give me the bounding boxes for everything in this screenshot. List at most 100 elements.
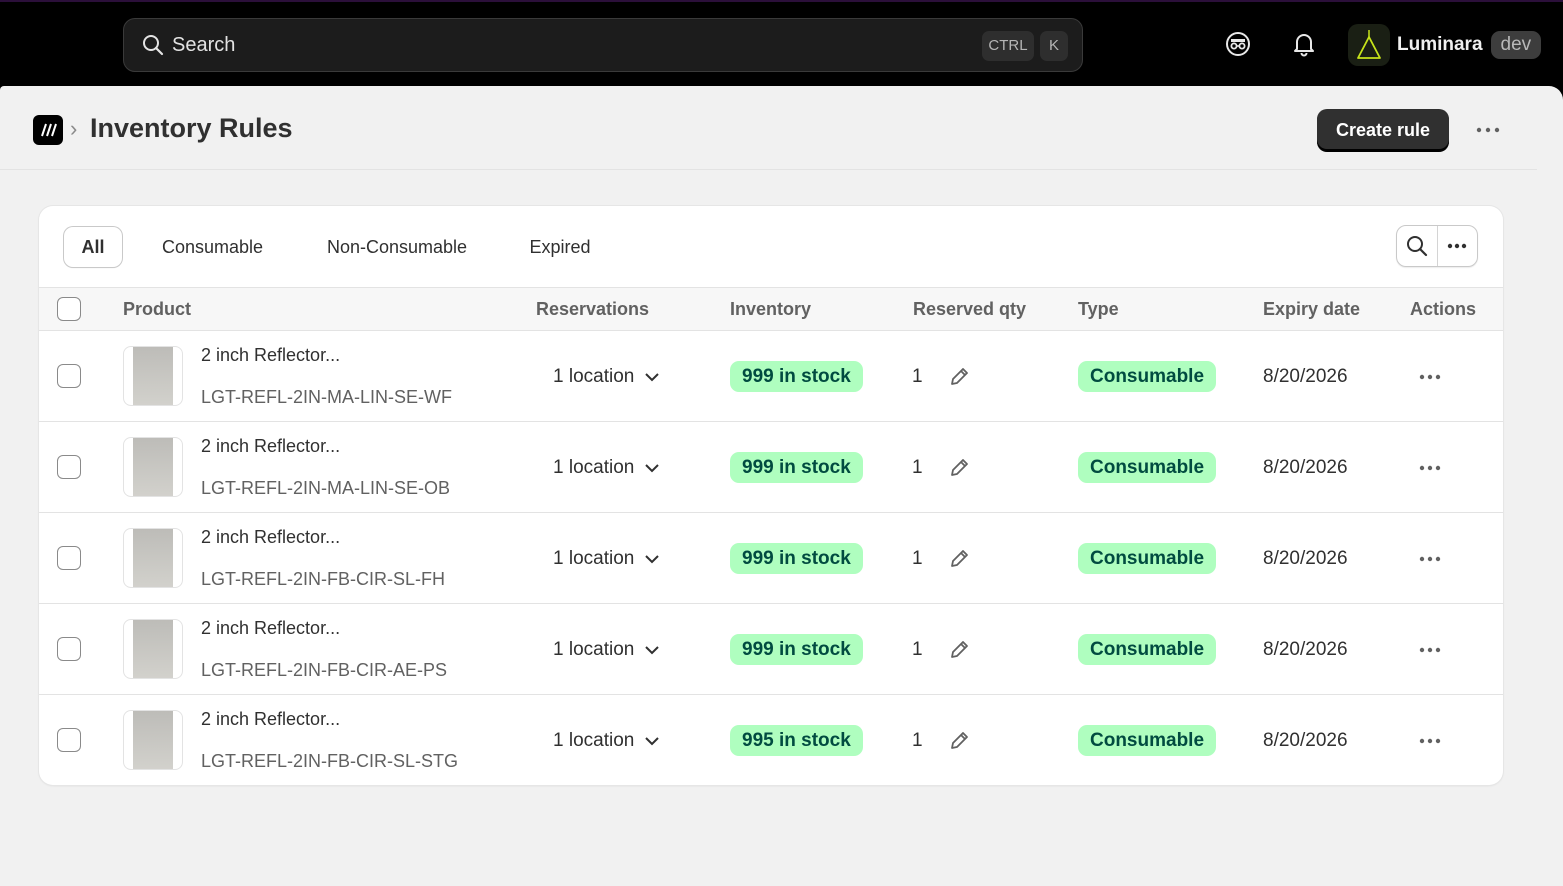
tab-consumable[interactable]: Consumable	[145, 227, 280, 267]
table-row[interactable]: 2 inch Reflector... LGT-REFL-2IN-FB-CIR-…	[39, 604, 1503, 695]
row-checkbox[interactable]	[57, 455, 81, 479]
inventory-badge: 999 in stock	[730, 634, 863, 665]
app-icon[interactable]	[33, 115, 63, 145]
product-thumbnail	[123, 710, 183, 770]
column-header-product[interactable]: Product	[123, 299, 191, 320]
search-icon[interactable]	[1397, 226, 1438, 266]
product-thumbnail	[123, 346, 183, 406]
search-bar[interactable]: Search CTRL K	[123, 18, 1083, 72]
expiry-date: 8/20/2026	[1263, 366, 1348, 387]
product-name[interactable]: 2 inch Reflector...	[201, 436, 340, 457]
more-icon[interactable]	[1417, 367, 1443, 387]
product-sku: LGT-REFL-2IN-MA-LIN-SE-WF	[201, 387, 453, 407]
product-sku: LGT-REFL-2IN-FB-CIR-SL-STG	[201, 751, 459, 771]
table-row[interactable]: 2 inch Reflector... LGT-REFL-2IN-MA-LIN-…	[39, 422, 1503, 513]
incognito-icon[interactable]	[1223, 29, 1253, 59]
inventory-badge: 999 in stock	[730, 361, 863, 392]
pencil-icon[interactable]	[947, 456, 971, 480]
reservations-dropdown[interactable]: 1 location	[553, 548, 660, 570]
tab-expired[interactable]: Expired	[513, 227, 607, 267]
chevron-down-icon	[645, 646, 660, 655]
product-thumbnail	[123, 528, 183, 588]
reservations-dropdown[interactable]: 1 location	[553, 457, 660, 479]
reserved-qty: 1	[912, 639, 923, 660]
table-row[interactable]: 2 inch Reflector... LGT-REFL-2IN-MA-LIN-…	[39, 331, 1503, 422]
table-row[interactable]: 2 inch Reflector... LGT-REFL-2IN-FB-CIR-…	[39, 513, 1503, 604]
shortcut-ctrl-key: CTRL	[982, 31, 1034, 61]
table-header: Product Reservations Inventory Reserved …	[39, 288, 1503, 331]
table-row[interactable]: 2 inch Reflector... LGT-REFL-2IN-FB-CIR-…	[39, 695, 1503, 785]
more-icon[interactable]	[1474, 118, 1502, 142]
chevron-down-icon	[645, 737, 660, 746]
filter-tabs: All Consumable Non-Consumable Expired	[39, 206, 1503, 288]
column-header-type[interactable]: Type	[1078, 299, 1119, 320]
expiry-date: 8/20/2026	[1263, 548, 1348, 569]
more-icon[interactable]	[1438, 226, 1478, 266]
expiry-date: 8/20/2026	[1263, 457, 1348, 478]
bell-icon[interactable]	[1289, 29, 1319, 59]
row-checkbox[interactable]	[57, 637, 81, 661]
type-badge: Consumable	[1078, 543, 1217, 574]
type-badge: Consumable	[1078, 361, 1217, 392]
reserved-qty: 1	[912, 730, 923, 751]
page-title: Inventory Rules	[90, 113, 293, 143]
reservations-label: 1 location	[553, 366, 635, 387]
type-badge: Consumable	[1078, 725, 1217, 756]
reserved-qty: 1	[912, 366, 923, 387]
inventory-badge: 995 in stock	[730, 725, 863, 756]
search-icon	[142, 34, 164, 56]
product-name[interactable]: 2 inch Reflector...	[201, 527, 340, 548]
type-badge: Consumable	[1078, 452, 1217, 483]
product-name[interactable]: 2 inch Reflector...	[201, 618, 340, 639]
row-checkbox[interactable]	[57, 364, 81, 388]
tab-non-consumable[interactable]: Non-Consumable	[306, 227, 488, 267]
column-header-inventory[interactable]: Inventory	[730, 299, 811, 320]
column-header-reserved-qty[interactable]: Reserved qty	[913, 299, 1026, 320]
reservations-dropdown[interactable]: 1 location	[553, 366, 660, 388]
reservations-dropdown[interactable]: 1 location	[553, 639, 660, 661]
more-icon[interactable]	[1417, 549, 1443, 569]
column-header-reservations[interactable]: Reservations	[536, 299, 649, 320]
expiry-date: 8/20/2026	[1263, 730, 1348, 751]
more-icon[interactable]	[1417, 731, 1443, 751]
reserved-qty: 1	[912, 457, 923, 478]
pencil-icon[interactable]	[947, 365, 971, 389]
reservations-label: 1 location	[553, 548, 635, 569]
shortcut-k-key: K	[1040, 31, 1068, 61]
reservations-dropdown[interactable]: 1 location	[553, 730, 660, 752]
product-sku: LGT-REFL-2IN-MA-LIN-SE-OB	[201, 478, 451, 498]
reservations-label: 1 location	[553, 639, 635, 660]
select-all-checkbox[interactable]	[57, 297, 81, 321]
create-rule-button[interactable]: Create rule	[1317, 109, 1449, 151]
product-sku: LGT-REFL-2IN-FB-CIR-AE-PS	[201, 660, 448, 680]
row-checkbox[interactable]	[57, 728, 81, 752]
row-checkbox[interactable]	[57, 546, 81, 570]
pencil-icon[interactable]	[947, 638, 971, 662]
more-icon[interactable]	[1417, 458, 1443, 478]
chevron-down-icon	[645, 464, 660, 473]
product-thumbnail	[123, 619, 183, 679]
pencil-icon[interactable]	[947, 547, 971, 571]
column-header-actions: Actions	[1410, 299, 1477, 319]
rules-table-card: All Consumable Non-Consumable Expired Pr…	[39, 206, 1503, 785]
column-header-expiry-date[interactable]: Expiry date	[1263, 299, 1360, 320]
top-bar: Search CTRL K Luminara dev	[0, 0, 1563, 86]
type-badge: Consumable	[1078, 634, 1217, 665]
product-sku: LGT-REFL-2IN-FB-CIR-SL-FH	[201, 569, 446, 589]
product-name[interactable]: 2 inch Reflector...	[201, 345, 340, 366]
pencil-icon[interactable]	[947, 729, 971, 753]
store-name: Luminara	[1397, 34, 1483, 55]
inventory-badge: 999 in stock	[730, 543, 863, 574]
breadcrumb-chevron-icon: ›	[70, 116, 78, 141]
chevron-down-icon	[645, 373, 660, 382]
product-name[interactable]: 2 inch Reflector...	[201, 709, 340, 730]
store-switcher[interactable]: Luminara dev	[1348, 22, 1542, 68]
reservations-label: 1 location	[553, 730, 635, 751]
inventory-badge: 999 in stock	[730, 452, 863, 483]
reserved-qty: 1	[912, 548, 923, 569]
store-logo-icon	[1348, 24, 1390, 66]
tab-all[interactable]: All	[64, 227, 122, 267]
main-content: › Inventory Rules Create rule All Consum…	[0, 86, 1563, 886]
more-icon[interactable]	[1417, 640, 1443, 660]
table-tools	[1396, 225, 1478, 267]
